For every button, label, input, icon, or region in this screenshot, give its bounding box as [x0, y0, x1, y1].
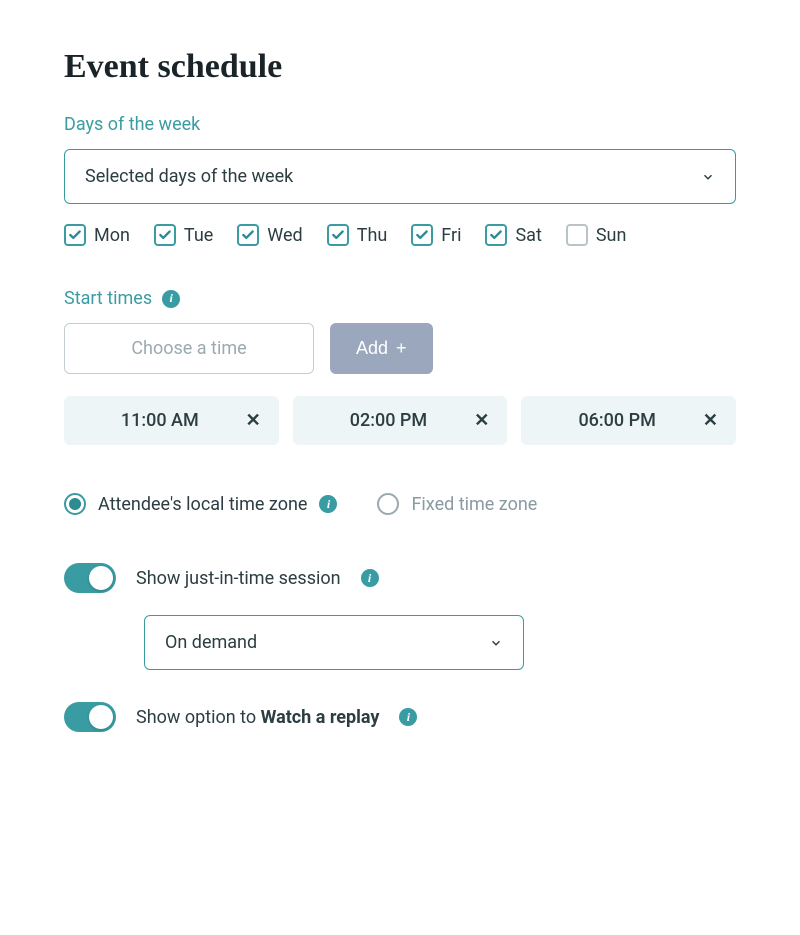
checkbox-checked-icon: [154, 224, 176, 246]
day-checkbox-wed[interactable]: Wed: [237, 224, 302, 246]
info-icon[interactable]: i: [361, 569, 379, 587]
chevron-down-icon: [701, 170, 715, 184]
checkbox-checked-icon: [237, 224, 259, 246]
days-of-week-select-value: Selected days of the week: [85, 166, 293, 187]
toggle-watch-replay[interactable]: [64, 702, 116, 732]
day-label: Sat: [515, 225, 541, 246]
radio-fixed-timezone[interactable]: Fixed time zone: [377, 493, 537, 515]
day-label: Sun: [596, 225, 627, 246]
days-of-week-select[interactable]: Selected days of the week: [64, 149, 736, 204]
radio-local-timezone[interactable]: Attendee's local time zone i: [64, 493, 337, 515]
toggle-just-in-time[interactable]: [64, 563, 116, 593]
remove-time-icon[interactable]: ✕: [474, 410, 489, 431]
day-checkbox-sat[interactable]: Sat: [485, 224, 541, 246]
time-chip: 11:00 AM ✕: [64, 396, 279, 445]
chevron-down-icon: [489, 636, 503, 650]
time-chip: 02:00 PM ✕: [293, 396, 508, 445]
info-icon[interactable]: i: [162, 290, 180, 308]
checkbox-checked-icon: [327, 224, 349, 246]
radio-icon: [64, 493, 86, 515]
day-label: Wed: [267, 225, 302, 246]
remove-time-icon[interactable]: ✕: [703, 410, 718, 431]
checkbox-checked-icon: [485, 224, 507, 246]
time-chip: 06:00 PM ✕: [521, 396, 736, 445]
day-checkbox-tue[interactable]: Tue: [154, 224, 213, 246]
page-title: Event schedule: [64, 48, 736, 86]
time-chip-label: 02:00 PM: [311, 410, 467, 431]
toggle-just-in-time-label: Show just-in-time session: [136, 568, 341, 589]
info-icon[interactable]: i: [319, 495, 337, 513]
day-checkbox-fri[interactable]: Fri: [411, 224, 461, 246]
day-label: Thu: [357, 225, 388, 246]
day-checkbox-mon[interactable]: Mon: [64, 224, 130, 246]
choose-time-input[interactable]: Choose a time: [64, 323, 314, 374]
day-label: Mon: [94, 225, 130, 246]
jit-mode-select[interactable]: On demand: [144, 615, 524, 670]
info-icon[interactable]: i: [399, 708, 417, 726]
day-checkbox-sun[interactable]: Sun: [566, 224, 627, 246]
start-times-label: Start times i: [64, 288, 736, 309]
jit-mode-value: On demand: [165, 632, 257, 653]
toggle-watch-replay-label: Show option to Watch a replay: [136, 707, 379, 728]
time-chip-label: 11:00 AM: [82, 410, 238, 431]
add-time-button[interactable]: Add +: [330, 323, 433, 374]
day-label: Tue: [184, 225, 213, 246]
radio-icon: [377, 493, 399, 515]
time-chip-label: 06:00 PM: [539, 410, 695, 431]
day-checkbox-thu[interactable]: Thu: [327, 224, 388, 246]
days-of-week-label: Days of the week: [64, 114, 736, 135]
plus-icon: +: [396, 338, 407, 359]
checkbox-unchecked-icon: [566, 224, 588, 246]
remove-time-icon[interactable]: ✕: [246, 410, 261, 431]
checkbox-checked-icon: [411, 224, 433, 246]
checkbox-checked-icon: [64, 224, 86, 246]
day-label: Fri: [441, 225, 461, 246]
